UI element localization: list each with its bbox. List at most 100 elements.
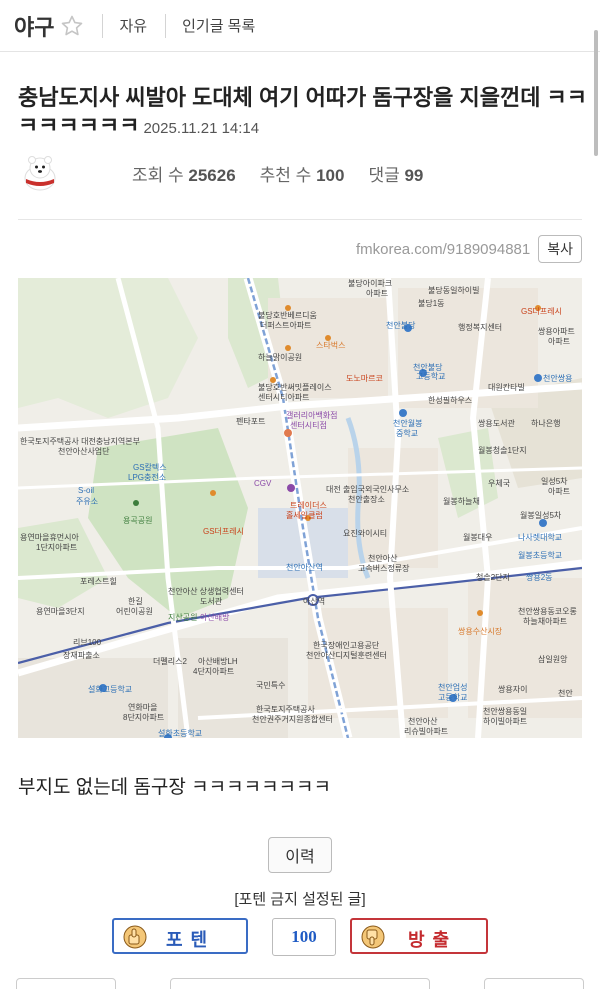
map-label: 아파트: [366, 288, 388, 298]
recommend-count: 추천 수 100: [259, 165, 345, 185]
map-label: 천안월봉: [393, 418, 422, 428]
map-label: LPG충전소: [128, 472, 166, 482]
map-label: 요진와이시티: [343, 528, 387, 538]
map-label: 아산역: [303, 596, 325, 606]
map-label: 주유소: [76, 497, 98, 506]
map-label: 스타벅스: [316, 340, 345, 350]
map-label: 대전 출입국외국인사무소: [326, 484, 409, 494]
thumbs-up-icon: [123, 925, 147, 949]
nav-free-board[interactable]: 자유: [119, 15, 147, 36]
map-label: 아산배방LH: [198, 656, 238, 666]
map-label: 천안: [558, 688, 573, 698]
history-button[interactable]: 이력: [268, 837, 332, 873]
map-label: 월봉하늘채: [443, 496, 480, 506]
post-stats: 조회 수 25626 추천 수 100 댓글 99: [132, 161, 423, 186]
post-body-text: 부지도 없는데 돔구장 ㅋㅋㅋㅋㅋㅋㅋㅋ: [18, 777, 331, 798]
map-label: 용연마을3단지: [36, 606, 85, 616]
map-label: 불당호반베르디움: [258, 310, 317, 320]
map-label: 월봉일성5차: [520, 510, 562, 520]
vote-count: 100: [272, 918, 336, 956]
scrollbar[interactable]: [594, 30, 598, 156]
map-label: 용곡공원: [123, 516, 152, 525]
map-label: S-oil: [78, 486, 94, 495]
nav-divider: [102, 13, 104, 38]
map-label: 트레이더스: [290, 500, 327, 510]
map-label: 쌍용도서관: [478, 418, 515, 428]
map-label: 천안쌍용: [543, 373, 572, 383]
map-label: 불당동일하이빌: [428, 285, 480, 295]
map-label: 월봉청솔1단지: [478, 445, 527, 455]
map-label: 설화초등학교: [158, 728, 202, 738]
potent-disabled-notice: [포텐 금지 설정된 글]: [234, 891, 366, 908]
map-label: 설화고등학교: [88, 684, 132, 694]
post-url-row: fmkorea.com/9189094881 복사: [356, 235, 582, 263]
map-graphic: 불당아이파크 아파트 불당동일하이빌 불당1동 GS더프레시 천안불당 행정복지…: [18, 278, 582, 738]
bottom-button-right[interactable]: [484, 978, 584, 989]
map-label: 하이빌아파트: [483, 716, 527, 726]
downvote-label: 방출: [408, 930, 458, 950]
upvote-button[interactable]: 포텐: [112, 918, 248, 954]
map-label: 아파트: [548, 336, 570, 346]
map-label: 대원칸타빌: [488, 382, 525, 392]
map-label: 1단지아파트: [36, 542, 77, 552]
nav-popular-list[interactable]: 인기글 목록: [182, 15, 255, 36]
map-label: 천안아산역: [286, 562, 323, 572]
map-image: 불당아이파크 아파트 불당동일하이빌 불당1동 GS더프레시 천안불당 행정복지…: [18, 278, 582, 738]
map-label: 불당1동: [418, 298, 445, 308]
map-label: 천안불당: [413, 362, 443, 372]
map-label: CGV: [254, 479, 272, 488]
map-label: 나사렛대학교: [518, 532, 562, 542]
bottom-button-center[interactable]: [170, 978, 430, 989]
view-count: 조회 수 25626: [132, 165, 236, 185]
map-label: 쌍용수산시장: [458, 626, 503, 636]
post-url[interactable]: fmkorea.com/9189094881: [356, 241, 530, 258]
thumbs-down-icon: [361, 925, 385, 949]
map-label: 지산공원: [168, 612, 197, 622]
downvote-button[interactable]: 방출: [350, 918, 488, 954]
upvote-label: 포텐: [166, 930, 216, 950]
map-label: 고속버스정류장: [358, 563, 410, 573]
map-label: 쌍용2동: [526, 572, 553, 582]
map-label: 천안쌍용동코오롱: [518, 606, 577, 616]
comment-count[interactable]: 댓글 99: [368, 161, 423, 186]
copy-url-button[interactable]: 복사: [538, 235, 582, 263]
avatar[interactable]: [18, 151, 62, 195]
map-label: 천안아산사업단: [58, 446, 110, 456]
map-label: 천안아산: [408, 716, 438, 726]
map-label: 아파트: [548, 486, 570, 496]
map-label: 청솔2단지: [476, 572, 510, 582]
map-label: 월봉대우: [463, 532, 492, 542]
map-label: 장재파출소: [63, 650, 100, 660]
map-label: 8단지아파트: [123, 712, 164, 722]
board-name[interactable]: 야구: [14, 10, 54, 42]
top-navigation-bar: 야구 자유 인기글 목록: [0, 0, 600, 52]
map-label: 센터시티아파트: [258, 392, 310, 402]
map-label: 센터시티점: [290, 420, 327, 430]
map-label: 불당호반써밋플레이스: [258, 382, 332, 392]
map-label: 아산배방: [200, 612, 230, 622]
map-label: 한국토지주택공사: [256, 704, 316, 714]
post-title-block: 충남도지사 씨발아 도대체 여기 어따가 돔구장을 지을껀데 ㅋㅋㅋㅋㅋㅋㅋㅋ 2…: [18, 84, 588, 143]
map-label: 홀세일클럽: [286, 510, 323, 520]
map-label: GS더프레시: [203, 527, 244, 536]
map-label: 중학교: [396, 428, 418, 438]
map-label: 4단지아파트: [193, 666, 234, 676]
post-title: 충남도지사 씨발아 도대체 여기 어따가 돔구장을 지을껀데 ㅋㅋㅋㅋㅋㅋㅋㅋ: [18, 85, 588, 138]
star-icon[interactable]: [60, 14, 84, 38]
map-label: 천안아산: [368, 553, 398, 563]
map-label: 하늘채아파트: [523, 616, 567, 626]
map-label: 한국토지주택공사 대전충남지역본부: [20, 436, 140, 446]
map-label: 천안불당: [386, 320, 416, 330]
map-label: 천안아산 상생협력센터: [168, 586, 244, 596]
map-label: GS칼텍스: [133, 462, 167, 472]
map-label: 도노마르코: [346, 374, 383, 383]
nav-divider: [165, 13, 167, 38]
map-label: 하나은행: [531, 418, 560, 428]
post-meta: 조회 수 25626 추천 수 100 댓글 99: [18, 150, 582, 196]
bottom-button-left[interactable]: [16, 978, 116, 989]
map-label: 갤러리아백화점: [286, 410, 338, 420]
map-label: 고등학교: [438, 692, 467, 702]
map-label: 고등학교: [416, 371, 445, 381]
map-label: 더펠리스2: [153, 656, 187, 666]
bottom-action-row: [0, 978, 600, 989]
